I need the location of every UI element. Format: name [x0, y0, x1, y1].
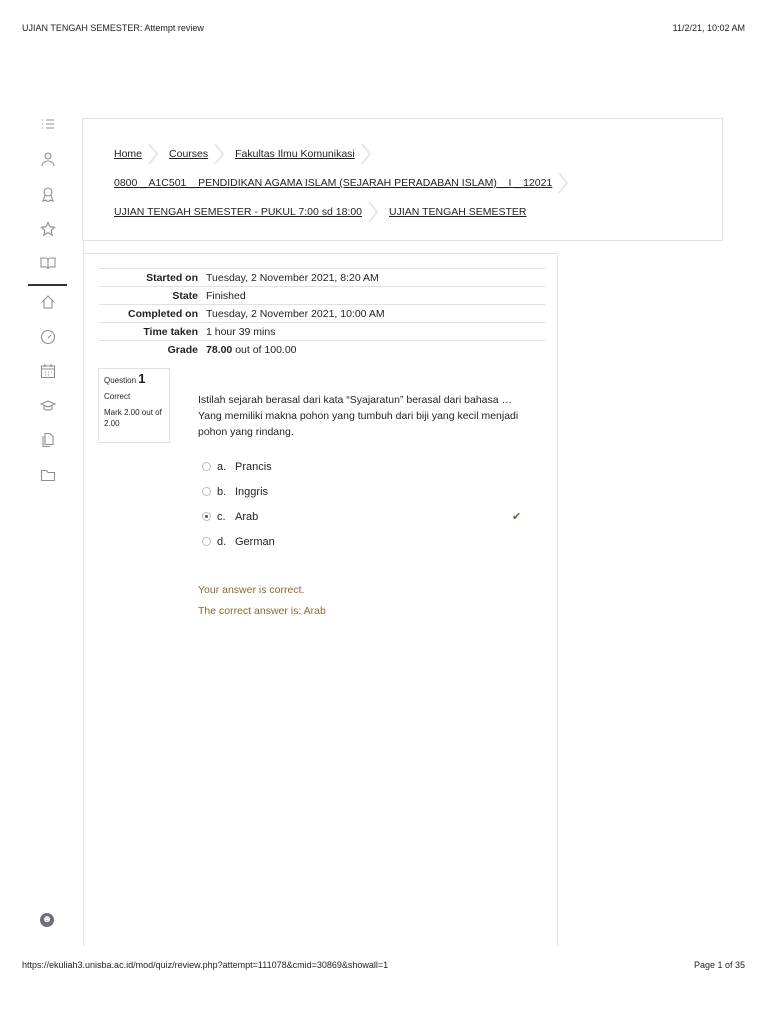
quiz-review-card: Started on Tuesday, 2 November 2021, 8:2…: [83, 253, 558, 946]
summary-label: Started on: [99, 268, 202, 287]
answer-text: German: [235, 535, 275, 548]
breadcrumb-faculty[interactable]: Fakultas Ilmu Komunikasi: [235, 148, 355, 160]
radio-button[interactable]: [202, 462, 211, 471]
table-row: Completed on Tuesday, 2 November 2021, 1…: [99, 304, 545, 323]
question-text: Istilah sejarah berasal dari kata “Syaja…: [198, 394, 519, 438]
question-number: 1: [138, 371, 146, 386]
home-icon[interactable]: [40, 294, 56, 310]
breadcrumb-row-2: 0800 _ A1C501 _ PENDIDIKAN AGAMA ISLAM (…: [114, 172, 579, 194]
attempt-summary-table: Started on Tuesday, 2 November 2021, 8:2…: [99, 268, 545, 358]
breadcrumb-course[interactable]: 0800 _ A1C501 _ PENDIDIKAN AGAMA ISLAM (…: [114, 177, 552, 189]
answer-option[interactable]: d. German: [202, 529, 532, 554]
chevron-right-icon: [368, 201, 379, 223]
grade-value: 78.00 out of 100.00: [202, 340, 545, 358]
breadcrumb-courses[interactable]: Courses: [169, 148, 208, 160]
answer-text: Prancis: [235, 460, 272, 473]
answer-letter: d.: [217, 535, 227, 548]
answer-letter: b.: [217, 485, 227, 498]
radio-button-selected[interactable]: [202, 512, 211, 521]
summary-value: Tuesday, 2 November 2021, 10:00 AM: [202, 304, 545, 323]
correct-answer-text: The correct answer is: Arab: [198, 605, 326, 617]
print-datetime: 11/2/21, 10:02 AM: [672, 23, 745, 33]
active-indicator: [28, 284, 67, 286]
badge-icon[interactable]: [40, 186, 56, 203]
breadcrumb-exam[interactable]: UJIAN TENGAH SEMESTER: [389, 206, 527, 218]
answer-options: a. Prancis b. Inggris c. Arab ✔ d. Germa…: [202, 454, 532, 554]
folder-icon[interactable]: [40, 467, 56, 483]
breadcrumb-home[interactable]: Home: [114, 148, 142, 160]
summary-label: State: [99, 286, 202, 305]
book-icon[interactable]: [40, 255, 56, 271]
chevron-right-icon: [214, 143, 225, 165]
breadcrumb: Home Courses Fakultas Ilmu Komunikasi 08…: [82, 118, 723, 241]
breadcrumb-row-1: Home Courses Fakultas Ilmu Komunikasi: [114, 143, 382, 165]
grade-label: Grade: [99, 340, 202, 358]
user-icon[interactable]: [40, 151, 56, 167]
print-page: Page 1 of 35: [693, 960, 745, 970]
chevron-right-icon: [148, 143, 159, 165]
question-prefix: Question: [104, 376, 137, 385]
answer-option[interactable]: c. Arab ✔: [202, 504, 532, 529]
answer-letter: c.: [217, 510, 226, 523]
feedback-text: Your answer is correct.: [198, 584, 305, 596]
summary-label: Completed on: [99, 304, 202, 323]
summary-value: 1 hour 39 mins: [202, 322, 545, 341]
print-title: UJIAN TENGAH SEMESTER: Attempt review: [22, 23, 204, 33]
radio-button[interactable]: [202, 537, 211, 546]
radio-button[interactable]: [202, 487, 211, 496]
files-icon[interactable]: [40, 432, 56, 448]
breadcrumb-row-3: UJIAN TENGAH SEMESTER - PUKUL 7:00 sd 18…: [114, 201, 527, 223]
question-info-box: Question 1 Correct Mark 2.00 out of 2.00: [98, 368, 170, 443]
question-mark: Mark 2.00 out of 2.00: [104, 408, 162, 428]
answer-option[interactable]: b. Inggris: [202, 479, 532, 504]
question-status: Correct: [104, 392, 131, 401]
answer-letter: a.: [217, 460, 227, 473]
print-footer: https://ekuliah3.unisba.ac.id/mod/quiz/r…: [22, 960, 745, 970]
list-icon[interactable]: [40, 116, 56, 132]
calendar-icon[interactable]: [40, 363, 56, 379]
table-row: State Finished: [99, 286, 545, 305]
answer-text: Arab: [235, 510, 259, 523]
feedback: Your answer is correct. The correct answ…: [198, 584, 326, 626]
grade-total: out of 100.00: [235, 343, 297, 356]
chevron-right-icon: [558, 172, 569, 194]
table-row: Time taken 1 hour 39 mins: [99, 322, 545, 341]
summary-label: Time taken: [99, 322, 202, 341]
star-icon[interactable]: [40, 221, 56, 237]
summary-value: Tuesday, 2 November 2021, 8:20 AM: [202, 268, 545, 287]
table-row: Grade 78.00 out of 100.00: [99, 340, 545, 358]
summary-value: Finished: [202, 286, 545, 305]
table-row: Started on Tuesday, 2 November 2021, 8:2…: [99, 268, 545, 287]
accessibility-icon[interactable]: ☻: [40, 913, 54, 927]
chevron-right-icon: [360, 143, 372, 165]
check-icon: ✔: [512, 511, 522, 523]
print-url: https://ekuliah3.unisba.ac.id/mod/quiz/r…: [22, 960, 389, 970]
breadcrumb-exam-section[interactable]: UJIAN TENGAH SEMESTER - PUKUL 7:00 sd 18…: [114, 206, 362, 218]
answer-option[interactable]: a. Prancis: [202, 454, 532, 479]
graduation-cap-icon[interactable]: [39, 398, 57, 414]
print-header: UJIAN TENGAH SEMESTER: Attempt review 11…: [22, 23, 745, 33]
answer-text: Inggris: [235, 485, 269, 498]
dashboard-icon[interactable]: [40, 329, 56, 345]
grade-score: 78.00: [206, 343, 233, 356]
